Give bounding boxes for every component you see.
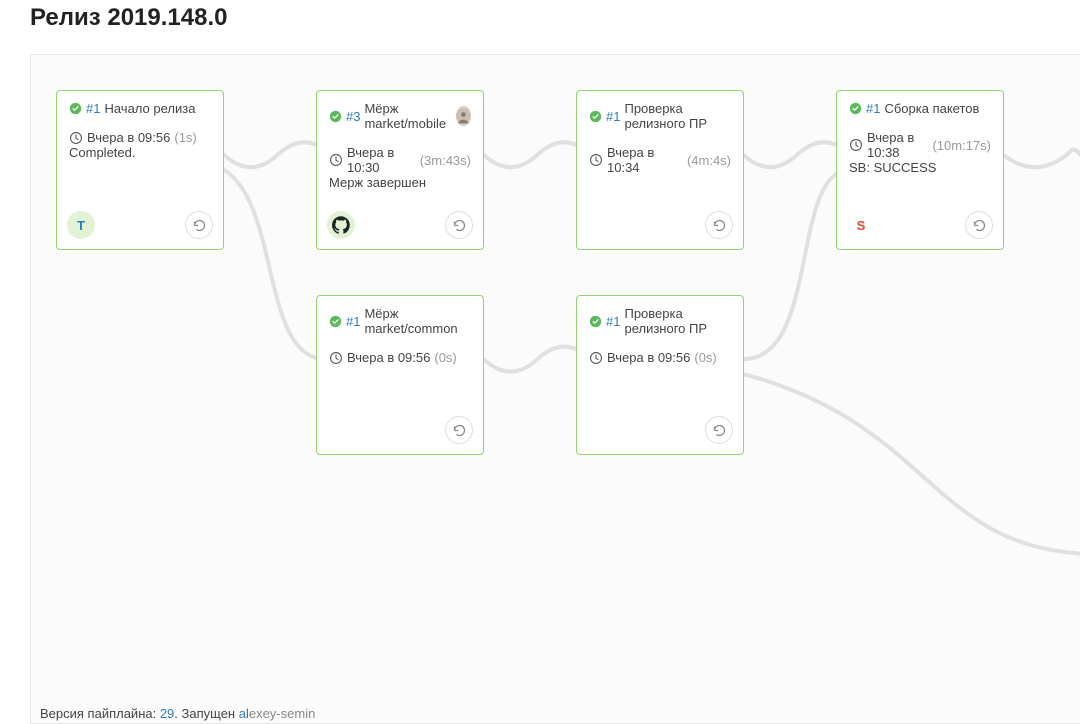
- card-header: #1 Проверка релизного ПР: [589, 306, 731, 336]
- build-title: Проверка релизного ПР: [624, 101, 731, 131]
- check-circle-icon: [589, 315, 602, 328]
- duration: (0s): [434, 350, 456, 365]
- build-number[interactable]: #1: [346, 314, 360, 329]
- check-circle-icon: [849, 102, 862, 115]
- retry-button[interactable]: [705, 211, 733, 239]
- card-header: #3 Мёрж market/mobile: [329, 101, 471, 131]
- user-link[interactable]: al: [239, 706, 249, 721]
- card-merge-common[interactable]: #1 Мёрж market/common Вчера в 09:56 (0s): [316, 295, 484, 455]
- build-number[interactable]: #1: [606, 314, 620, 329]
- tool-avatar-s: S: [847, 211, 875, 239]
- duration: (10m:17s): [932, 138, 991, 153]
- status-message: Completed.: [69, 145, 211, 160]
- pipeline-version-link[interactable]: 29: [160, 706, 174, 721]
- footer-text: Версия пайплайна: 29. Запущен alexey-sem…: [40, 706, 315, 721]
- card-build-packages[interactable]: #1 Сборка пакетов Вчера в 10:38 (10m:17s…: [836, 90, 1004, 250]
- retry-button[interactable]: [705, 416, 733, 444]
- duration: (3m:43s): [420, 153, 471, 168]
- build-title: Начало релиза: [104, 101, 195, 116]
- time-text: Вчера в 09:56: [607, 350, 690, 365]
- build-number[interactable]: #1: [866, 101, 880, 116]
- user-avatar-icon: [456, 106, 471, 126]
- duration: (0s): [694, 350, 716, 365]
- retry-button[interactable]: [965, 211, 993, 239]
- time-text: Вчера в 10:34: [607, 145, 683, 175]
- build-title: Мёрж market/common: [364, 306, 471, 336]
- clock-icon: [589, 153, 603, 167]
- build-title: Сборка пакетов: [884, 101, 979, 116]
- duration: (4m:4s): [687, 153, 731, 168]
- retry-button[interactable]: [185, 211, 213, 239]
- status-message: Мерж завершен: [329, 175, 471, 190]
- check-circle-icon: [589, 110, 602, 123]
- clock-icon: [589, 351, 603, 365]
- time-text: Вчера в 09:56: [347, 350, 430, 365]
- clock-icon: [69, 131, 83, 145]
- card-check-pr-bottom[interactable]: #1 Проверка релизного ПР Вчера в 09:56 (…: [576, 295, 744, 455]
- page-title: Релиз 2019.148.0: [30, 4, 1080, 32]
- clock-icon: [329, 351, 343, 365]
- check-circle-icon: [329, 315, 342, 328]
- build-title: Проверка релизного ПР: [624, 306, 731, 336]
- card-check-pr-top[interactable]: #1 Проверка релизного ПР Вчера в 10:34 (…: [576, 90, 744, 250]
- time-text: Вчера в 10:38: [867, 130, 928, 160]
- card-release-start[interactable]: #1 Начало релиза Вчера в 09:56 (1s) Comp…: [56, 90, 224, 250]
- retry-button[interactable]: [445, 416, 473, 444]
- status-message: SB: SUCCESS: [849, 160, 991, 175]
- card-header: #1 Начало релиза: [69, 101, 211, 116]
- card-header: #1 Проверка релизного ПР: [589, 101, 731, 131]
- build-title: Мёрж market/mobile: [364, 101, 452, 131]
- build-number[interactable]: #1: [86, 101, 100, 116]
- github-icon: [327, 211, 355, 239]
- clock-icon: [849, 138, 863, 152]
- time-text: Вчера в 09:56: [87, 130, 170, 145]
- check-circle-icon: [69, 102, 82, 115]
- card-merge-mobile[interactable]: #3 Мёрж market/mobile Вчера в 10:30 (3m:…: [316, 90, 484, 250]
- card-header: #1 Сборка пакетов: [849, 101, 991, 116]
- clock-icon: [329, 153, 343, 167]
- duration: (1s): [174, 130, 196, 145]
- pipeline-board: #1 Начало релиза Вчера в 09:56 (1s) Comp…: [30, 54, 1080, 724]
- build-number[interactable]: #3: [346, 109, 360, 124]
- time-text: Вчера в 10:30: [347, 145, 416, 175]
- tool-avatar-t: T: [67, 211, 95, 239]
- card-header: #1 Мёрж market/common: [329, 306, 471, 336]
- retry-button[interactable]: [445, 211, 473, 239]
- build-number[interactable]: #1: [606, 109, 620, 124]
- check-circle-icon: [329, 110, 342, 123]
- user-link-rest: exey-semin: [249, 706, 315, 721]
